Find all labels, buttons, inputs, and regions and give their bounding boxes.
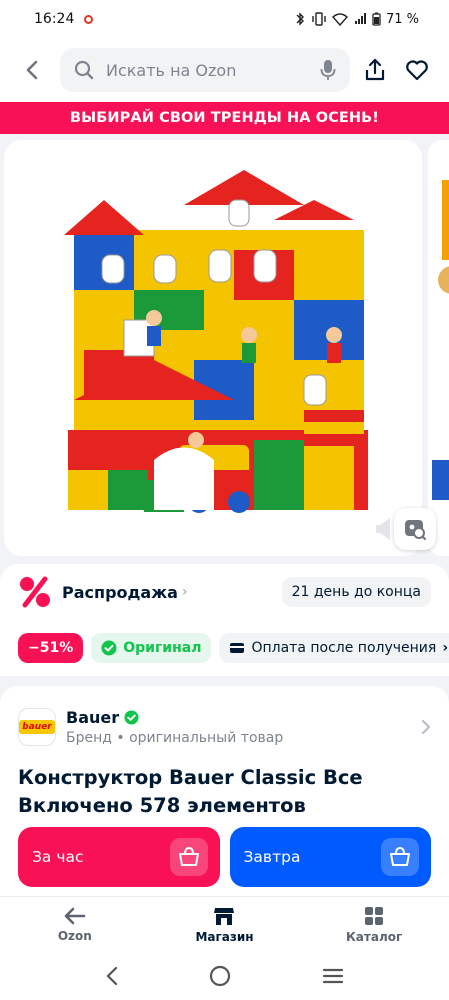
top-bar bbox=[0, 38, 449, 102]
status-bar: 16:24 71 % bbox=[0, 0, 449, 38]
sale-countdown: 21 день до конца bbox=[281, 577, 431, 607]
check-circle-icon bbox=[101, 640, 117, 656]
product-title: Конструктор Bauer Classic Все Включено 5… bbox=[18, 766, 363, 817]
brand-row[interactable]: bauer Bauer Бренд • оригинальный товар bbox=[18, 704, 431, 750]
nav-item-ozon[interactable]: Ozon bbox=[20, 907, 130, 943]
back-button[interactable] bbox=[18, 56, 46, 84]
share-button[interactable] bbox=[358, 53, 392, 87]
basket-icon bbox=[178, 847, 199, 866]
image-gallery[interactable] bbox=[0, 134, 449, 564]
next-product-image[interactable] bbox=[428, 140, 449, 556]
sound-icon[interactable] bbox=[376, 516, 390, 542]
discount-badge: −51% bbox=[18, 633, 84, 663]
bottom-nav: Ozon Магазин Каталог bbox=[0, 896, 449, 952]
wallet-icon bbox=[230, 643, 245, 653]
search-icon bbox=[74, 60, 94, 80]
brand-logo-text: bauer bbox=[19, 720, 55, 734]
chevron-right-icon: › bbox=[442, 640, 449, 656]
chevron-left-icon bbox=[26, 60, 38, 80]
nav-item-store[interactable]: Магазин bbox=[169, 906, 279, 944]
tomorrow-delivery-label: Завтра bbox=[243, 848, 301, 866]
delivery-options: За час Завтра bbox=[18, 827, 431, 887]
search-input[interactable] bbox=[106, 60, 308, 80]
system-recents-icon[interactable] bbox=[322, 967, 344, 985]
section-divider bbox=[0, 676, 449, 686]
next-image-preview bbox=[428, 140, 449, 556]
battery-icon bbox=[372, 12, 381, 26]
system-nav-bar bbox=[0, 952, 449, 1000]
product-info-card: bauer Bauer Бренд • оригинальный товар К… bbox=[0, 686, 449, 896]
percent-sale-icon bbox=[20, 576, 50, 608]
payment-badge[interactable]: Оплата после получения › bbox=[219, 633, 449, 663]
signal-icon bbox=[354, 13, 366, 24]
nav-item-label: Каталог bbox=[346, 929, 403, 944]
search-box[interactable] bbox=[60, 48, 350, 92]
add-to-cart-express[interactable] bbox=[169, 838, 208, 876]
sale-row[interactable]: Распродажа › 21 день до конца bbox=[0, 564, 449, 620]
badges-row: −51% Оригинал Оплата после получения › bbox=[0, 620, 449, 676]
express-delivery-label: За час bbox=[32, 848, 84, 866]
heart-icon bbox=[406, 60, 428, 81]
nav-item-label: Магазин bbox=[195, 929, 254, 944]
image-search-icon bbox=[405, 520, 427, 541]
system-home-icon[interactable] bbox=[209, 965, 231, 987]
store-icon bbox=[214, 907, 235, 925]
brand-subtitle: Бренд • оригинальный товар bbox=[66, 730, 284, 746]
share-icon bbox=[365, 58, 385, 81]
original-badge[interactable]: Оригинал bbox=[91, 633, 212, 663]
brand-name: Bauer bbox=[66, 708, 120, 727]
system-back-icon[interactable] bbox=[105, 966, 119, 986]
grid-icon bbox=[365, 906, 384, 925]
wifi-icon bbox=[331, 13, 348, 26]
status-time: 16:24 bbox=[34, 11, 75, 27]
verified-icon bbox=[124, 710, 139, 725]
original-badge-label: Оригинал bbox=[123, 640, 202, 656]
bluetooth-icon bbox=[296, 12, 304, 26]
chevron-right-icon: › bbox=[181, 584, 188, 600]
promo-banner[interactable]: ВЫБИРАЙ СВОИ ТРЕНДЫ НА ОСЕНЬ! bbox=[0, 102, 449, 134]
microphone-icon[interactable] bbox=[320, 59, 336, 81]
nav-item-label: Ozon bbox=[57, 928, 92, 943]
basket-icon bbox=[390, 847, 410, 866]
nav-item-catalog[interactable]: Каталог bbox=[319, 906, 429, 944]
chevron-right-icon bbox=[421, 719, 431, 735]
vibrate-icon bbox=[312, 12, 326, 26]
battery-percent: 71 % bbox=[385, 11, 419, 27]
sale-label: Распродажа bbox=[62, 582, 178, 602]
brand-logo: bauer bbox=[18, 708, 56, 746]
arrow-left-icon bbox=[64, 907, 86, 924]
toy-castle-illustration bbox=[4, 140, 422, 556]
add-to-cart-tomorrow[interactable] bbox=[381, 838, 419, 876]
find-similar-button[interactable] bbox=[394, 508, 436, 550]
payment-badge-label: Оплата после получения bbox=[251, 640, 437, 656]
product-image[interactable] bbox=[4, 140, 422, 556]
tomorrow-delivery-button[interactable]: Завтра bbox=[229, 827, 431, 887]
recording-indicator-icon bbox=[84, 14, 94, 24]
favorite-button[interactable] bbox=[400, 53, 434, 87]
express-delivery-button[interactable]: За час bbox=[18, 827, 220, 887]
